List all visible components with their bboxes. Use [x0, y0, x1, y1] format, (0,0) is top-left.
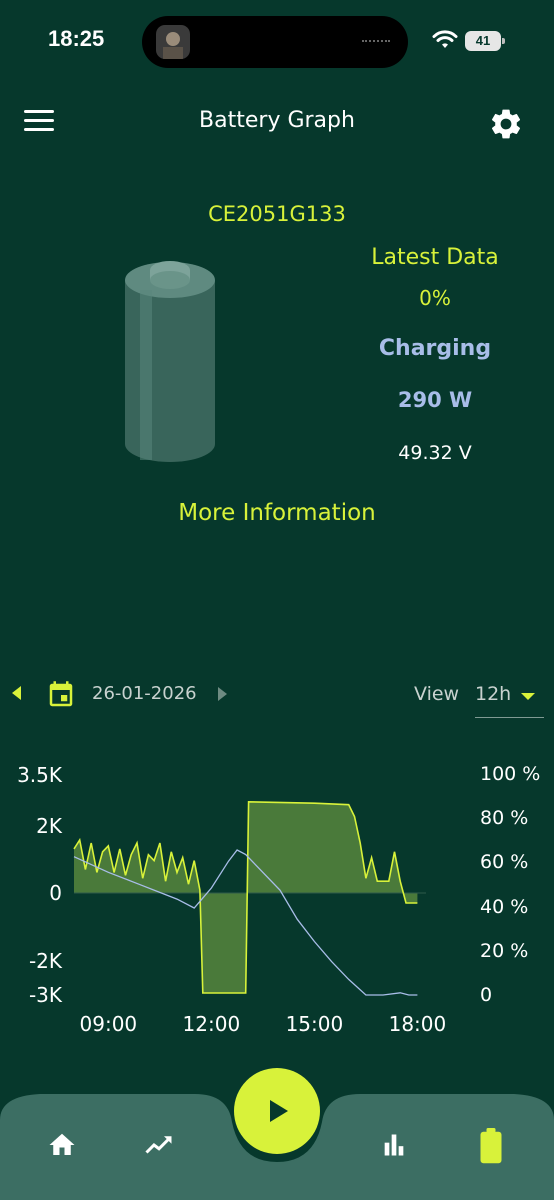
view-range-select[interactable]: 12h: [475, 680, 544, 718]
view-label: View: [414, 683, 460, 705]
next-day-button[interactable]: [218, 687, 227, 701]
left-axis-tick: 0: [49, 881, 62, 905]
chevron-down-icon: [521, 693, 535, 700]
right-axis-tick: 20 %: [480, 940, 528, 962]
trend-icon[interactable]: [143, 1130, 175, 1160]
x-axis-tick: 12:00: [183, 1012, 241, 1036]
battery-chart: 3.5K 2K 0 -2K -3K 100 % 80 % 60 % 40 % 20 % 0 09:…: [17, 763, 540, 1036]
battery-state: Charging: [378, 336, 492, 361]
dynamic-island: [142, 16, 408, 68]
bar-chart-icon[interactable]: [380, 1130, 408, 1160]
more-information-link[interactable]: More Information: [0, 500, 554, 526]
left-axis-tick: -3K: [29, 983, 63, 1007]
battery-voltage: 49.32 V: [398, 442, 472, 464]
battery-status-icon: 41: [465, 31, 505, 51]
now-playing-artwork: [156, 25, 190, 59]
page-title: Battery Graph: [199, 108, 355, 133]
right-axis-tick: 80 %: [480, 807, 528, 829]
left-axis-tick: -2K: [29, 949, 63, 973]
battery-cylinder-icon: [125, 261, 215, 462]
device-id: CE2051G133: [208, 202, 346, 226]
play-button[interactable]: [234, 1068, 320, 1154]
x-axis-tick: 09:00: [80, 1012, 138, 1036]
left-axis-tick: 3.5K: [17, 763, 63, 787]
view-range-value: 12h: [475, 683, 512, 705]
home-icon[interactable]: [47, 1130, 77, 1160]
calendar-icon[interactable]: [46, 680, 76, 710]
battery-icon[interactable]: [478, 1128, 504, 1164]
right-axis-tick: 100 %: [480, 763, 540, 785]
battery-percent: 0%: [419, 286, 451, 310]
island-indicator: [362, 40, 390, 44]
gear-icon[interactable]: [488, 106, 524, 142]
left-axis-tick: 2K: [36, 814, 63, 838]
battery-power: 290 W: [397, 388, 473, 412]
right-axis-tick: 0: [480, 984, 492, 1006]
latest-data-label: Latest Data: [371, 245, 499, 270]
right-axis-tick: 60 %: [480, 851, 528, 873]
wifi-icon: [432, 30, 458, 48]
previous-day-button[interactable]: [12, 686, 21, 700]
x-axis-tick: 15:00: [286, 1012, 344, 1036]
right-axis-tick: 40 %: [480, 896, 528, 918]
x-axis-tick: 18:00: [389, 1012, 447, 1036]
selected-date[interactable]: 26-01-2026: [92, 683, 197, 704]
status-time: 18:25: [48, 26, 105, 51]
